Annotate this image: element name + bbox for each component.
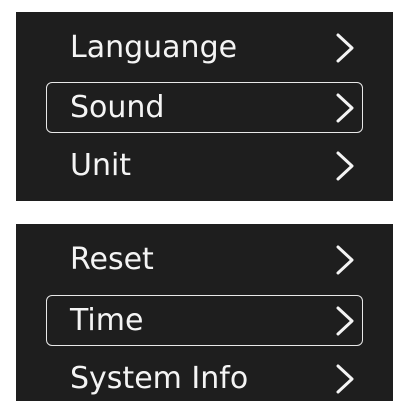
menu-item-language[interactable]: Languange (46, 22, 363, 73)
chevron-right-icon (334, 363, 356, 395)
menu-item-label: System Info (70, 360, 249, 396)
menu-item-label: Sound (70, 89, 165, 125)
menu-item-sound[interactable]: Sound (46, 82, 363, 133)
menu-item-time[interactable]: Time (46, 295, 363, 346)
chevron-right-icon (334, 92, 356, 124)
menu-item-reset[interactable]: Reset (46, 234, 363, 285)
chevron-right-icon (334, 244, 356, 276)
menu-item-label: Languange (70, 29, 238, 65)
menu-item-unit[interactable]: Unit (46, 140, 363, 191)
chevron-right-icon (334, 32, 356, 64)
menu-item-system-info[interactable]: System Info (46, 353, 363, 404)
settings-menu-panel-2: Reset Time System Info (16, 224, 393, 401)
menu-item-label: Time (70, 302, 144, 338)
menu-item-label: Reset (70, 241, 154, 277)
settings-menu-panel-1: Languange Sound Unit (16, 12, 393, 201)
chevron-right-icon (334, 150, 356, 182)
menu-item-label: Unit (70, 147, 132, 183)
chevron-right-icon (334, 305, 356, 337)
